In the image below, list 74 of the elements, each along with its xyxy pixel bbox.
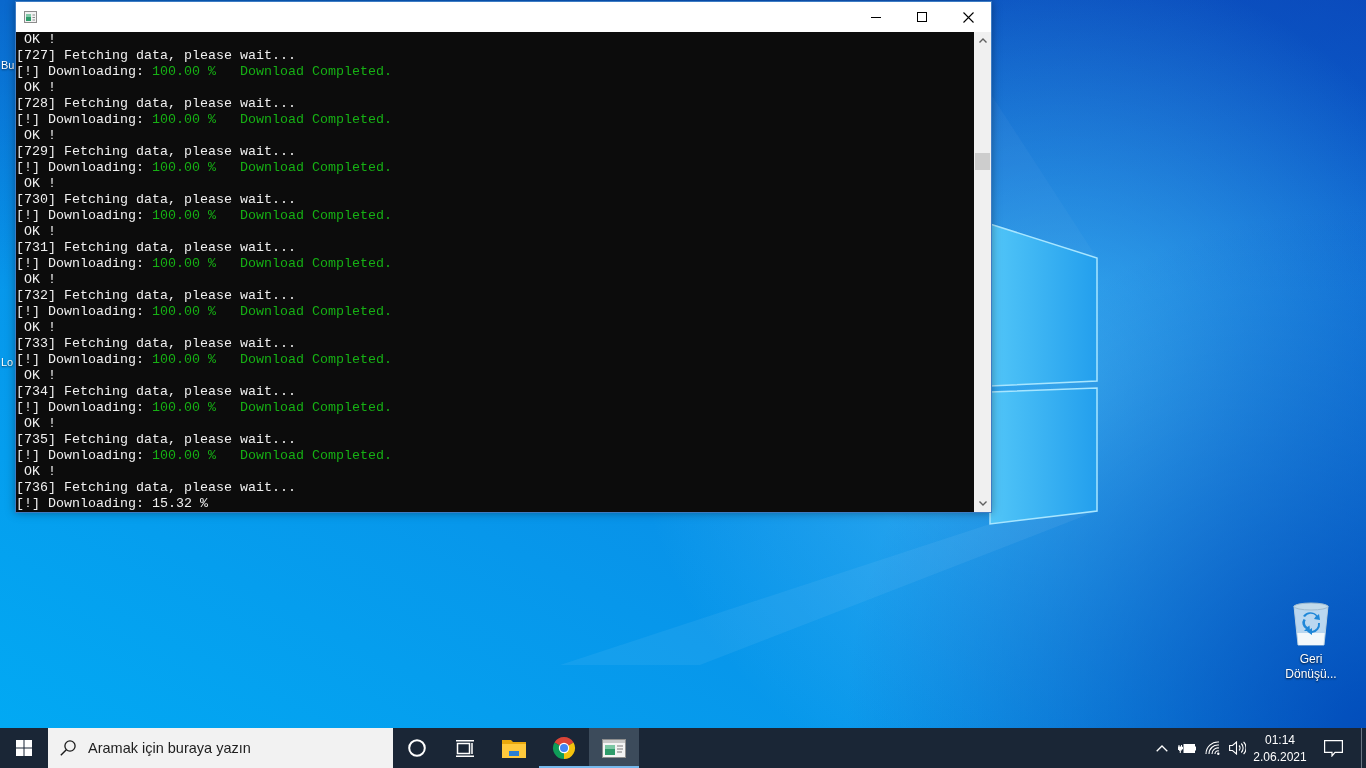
progress-value: 100.00 % [152, 208, 216, 223]
console-text: [735] Fetching data, please wait... [16, 432, 296, 447]
scrollbar[interactable] [974, 32, 991, 512]
notification-icon[interactable] [1323, 739, 1343, 757]
scrollbar-thumb[interactable] [975, 153, 990, 170]
progress-label: [!] Downloading: [16, 208, 144, 223]
status-message: Download Completed. [240, 352, 392, 367]
status-message: Download Completed. [240, 400, 392, 415]
console-text: [727] Fetching data, please wait... [16, 48, 296, 63]
progress-label: [!] Downloading: [16, 112, 144, 127]
console-window-icon[interactable] [602, 738, 626, 758]
clock-time[interactable]: 01:14 [1265, 732, 1295, 747]
progress-label: [!] Downloading: [16, 64, 144, 79]
progress-label: [!] Downloading: [16, 352, 144, 367]
console-text: OK ! [24, 176, 56, 191]
progress-label: [!] Downloading: [16, 304, 144, 319]
minimize-icon[interactable] [871, 16, 881, 18]
console-text: OK ! [24, 368, 56, 383]
wifi-icon[interactable] [1204, 741, 1220, 755]
progress-value: 100.00 % [152, 448, 216, 463]
ring-icon[interactable] [408, 739, 426, 757]
progress-value: 100.00 % [152, 256, 216, 271]
desktop-icon-label[interactable]: Bu [1, 59, 15, 72]
console-text: OK ! [24, 80, 56, 95]
close-icon[interactable] [962, 11, 974, 23]
clock-date[interactable]: 2.06.2021 [1253, 749, 1307, 764]
status-message: Download Completed. [240, 64, 392, 79]
console-text: [728] Fetching data, please wait... [16, 96, 296, 111]
status-message: Download Completed. [240, 208, 392, 223]
status-message: Download Completed. [240, 112, 392, 127]
progress-label: [!] Downloading: [16, 400, 144, 415]
console-text: OK ! [24, 464, 56, 479]
console-text: OK ! [24, 320, 56, 335]
desktop-icon-label[interactable]: Geri Dönüşü... [1277, 652, 1345, 682]
chevron-up-icon[interactable] [1156, 744, 1168, 752]
status-message: Download Completed. [240, 160, 392, 175]
progress-value: 100.00 % [152, 400, 216, 415]
progress-value: 100.00 % [152, 160, 216, 175]
console-text: [733] Fetching data, please wait... [16, 336, 296, 351]
recycle-bin-icon[interactable] [1293, 602, 1329, 646]
browser-icon[interactable] [552, 736, 576, 760]
console-text: OK ! [24, 272, 56, 287]
task-view-icon[interactable] [456, 739, 474, 757]
progress-value: 15.32 % [152, 496, 208, 511]
progress-label: [!] Downloading: [16, 256, 144, 271]
console-text: OK ! [24, 128, 56, 143]
maximize-icon[interactable] [917, 12, 927, 22]
console-text: [732] Fetching data, please wait... [16, 288, 296, 303]
status-message: Download Completed. [240, 448, 392, 463]
progress-value: 100.00 % [152, 304, 216, 319]
console-text: [729] Fetching data, please wait... [16, 144, 296, 159]
console-text: OK ! [24, 32, 56, 47]
console-text: OK ! [24, 224, 56, 239]
console-text: [734] Fetching data, please wait... [16, 384, 296, 399]
battery-icon[interactable] [1178, 742, 1196, 754]
progress-value: 100.00 % [152, 64, 216, 79]
search-icon[interactable] [60, 740, 76, 756]
caret-down-icon[interactable] [978, 501, 987, 506]
status-message: Download Completed. [240, 256, 392, 271]
progress-label: [!] Downloading: [16, 496, 144, 511]
console-text: [731] Fetching data, please wait... [16, 240, 296, 255]
volume-icon[interactable] [1228, 741, 1246, 755]
console-text: [736] Fetching data, please wait... [16, 480, 296, 495]
progress-value: 100.00 % [152, 352, 216, 367]
taskbar-app-button[interactable] [589, 728, 639, 768]
search-field[interactable]: Aramak için buraya yazın [48, 728, 393, 768]
folder-icon[interactable] [502, 738, 526, 758]
progress-label: [!] Downloading: [16, 160, 144, 175]
status-message: Download Completed. [240, 304, 392, 319]
console-text: [730] Fetching data, please wait... [16, 192, 296, 207]
progress-value: 100.00 % [152, 112, 216, 127]
progress-label: [!] Downloading: [16, 448, 144, 463]
console-text: OK ! [24, 416, 56, 431]
caret-up-icon[interactable] [978, 38, 987, 43]
